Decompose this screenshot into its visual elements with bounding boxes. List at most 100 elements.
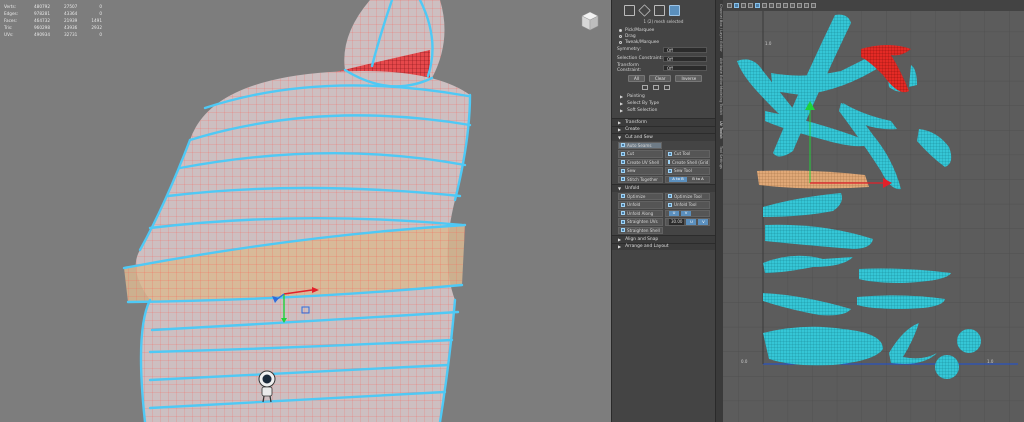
unfold-along-icon: [621, 211, 625, 216]
section-create[interactable]: ▶ Create: [612, 125, 715, 133]
collapsed-arrow-icon: ▶: [618, 244, 622, 250]
cut-sew-tools: Auto Seams Cut Cut Tool Create UV Shell …: [612, 141, 715, 185]
optimize-tool-icon: [668, 194, 672, 199]
uv-axis-label-u-one: 1.0: [987, 359, 994, 364]
straighten-v-button[interactable]: V: [698, 218, 709, 225]
section-cut-and-sew[interactable]: ▼ Cut and Sew: [612, 133, 715, 141]
uv-toolbar-tool-icon[interactable]: [811, 3, 816, 8]
uv-editor-toolbar: [723, 0, 1024, 11]
uv-shell-disc[interactable]: [957, 329, 981, 353]
optimize-icon: [621, 194, 625, 199]
select-all-button[interactable]: All: [628, 75, 645, 82]
auto-seams-button[interactable]: Auto Seams: [618, 141, 662, 149]
uv-toolbar-tool-icon[interactable]: [783, 3, 788, 8]
uv-editor[interactable]: 0.0 1.0 1.0: [723, 0, 1024, 422]
create-shell-grid-button[interactable]: Create Shell (Grid): [665, 158, 710, 166]
selection-status: 1 (2) mesh selected: [643, 19, 684, 24]
uv-toolbar-tool-icon[interactable]: [790, 3, 795, 8]
straighten-angle-field[interactable]: 30.00: [669, 218, 685, 225]
straighten-shell-button[interactable]: Straighten Shell: [618, 226, 663, 234]
uv-toolbar-tool-icon[interactable]: [748, 3, 753, 8]
unfold-v-button[interactable]: V: [681, 210, 691, 217]
uv-toolbar-tool-icon[interactable]: [776, 3, 781, 8]
uv-axis-label-origin: 0.0: [741, 359, 748, 364]
collapsed-arrow-icon: ▶: [618, 119, 622, 125]
mesh-view[interactable]: [0, 0, 611, 422]
select-face-icon[interactable]: [654, 5, 665, 16]
uv-toolkit-panel: 1 (2) mesh selected Pick/Marquee Drag Tw…: [611, 0, 715, 422]
uv-toolbar-tool-icon[interactable]: [727, 3, 732, 8]
create-shell-grid-icon: [668, 160, 670, 165]
optimize-tool-button[interactable]: Optimize Tool: [665, 192, 710, 200]
grow-selection-icon[interactable]: [642, 85, 648, 90]
unfold-along-button[interactable]: Unfold Along: [618, 209, 663, 217]
selection-constraint-dropdown[interactable]: Off: [663, 55, 707, 62]
section-arrange-and-layout[interactable]: ▶ Arrange and Layout: [612, 242, 715, 250]
hud-row-faces: Faces: 464732 21939 1491: [4, 18, 102, 23]
stitch-direction-row: A to B B to A: [665, 175, 710, 183]
uv-toolbar-tool-icon[interactable]: [734, 3, 739, 8]
unfold-axis-row: U V: [665, 209, 710, 217]
uv-shell-disc[interactable]: [935, 355, 959, 379]
subsection-select-by-type[interactable]: ▶ Select By Type: [612, 100, 715, 107]
b-to-a-button[interactable]: B to A: [689, 176, 707, 183]
select-uv-shell-icon[interactable]: [669, 5, 680, 16]
unfold-button[interactable]: Unfold: [618, 201, 663, 209]
stitch-together-button[interactable]: Stitch Together: [618, 175, 663, 183]
stitch-icon: [621, 177, 625, 182]
uv-toolbar-tool-icon[interactable]: [755, 3, 760, 8]
cut-button[interactable]: Cut: [618, 150, 663, 158]
uv-canvas[interactable]: 0.0 1.0 1.0: [723, 11, 1024, 422]
expanded-arrow-icon: ▼: [618, 134, 622, 140]
sew-button[interactable]: Sew: [618, 167, 663, 175]
cut-tool-button[interactable]: Cut Tool: [665, 150, 710, 158]
straighten-u-button[interactable]: U: [686, 218, 697, 225]
unfold-icon: [621, 202, 625, 207]
cut-icon: [621, 151, 625, 156]
symmetry-row: Symmetry: Off: [612, 45, 715, 54]
clear-selection-button[interactable]: Clear: [648, 75, 672, 82]
shell-border-icon[interactable]: [664, 85, 670, 90]
uv-toolbar-tool-icon[interactable]: [797, 3, 802, 8]
unfold-tool-icon: [668, 202, 672, 207]
toolkit-header: 1 (2) mesh selected: [612, 0, 715, 27]
section-transform[interactable]: ▶ Transform: [612, 118, 715, 126]
section-align-and-snap[interactable]: ▶ Align and Snap: [612, 235, 715, 243]
select-vertex-icon[interactable]: [624, 5, 635, 16]
section-unfold[interactable]: ▼ Unfold: [612, 184, 715, 192]
sew-tool-button[interactable]: Sew Tool: [665, 167, 710, 175]
collapsed-arrow-icon: ▶: [618, 236, 622, 242]
uv-toolbar-tool-icon[interactable]: [741, 3, 746, 8]
radio-off-icon: [619, 34, 622, 38]
create-shell-icon: [621, 160, 625, 165]
collapsed-arrow-icon: ▶: [620, 101, 624, 106]
poly-count-hud: Verts: 480792 27507 0 Edges: 978281 4336…: [4, 3, 102, 38]
straighten-angle-row: 30.00 U V: [665, 218, 710, 226]
radio-off-icon: [619, 40, 622, 44]
collapsed-arrow-icon: ▶: [618, 127, 622, 133]
shrink-selection-icon[interactable]: [653, 85, 659, 90]
create-uv-shell-button[interactable]: Create UV Shell: [618, 158, 663, 166]
inverse-selection-button[interactable]: Inverse: [675, 75, 703, 82]
view-cube-icon[interactable]: [581, 11, 599, 31]
perspective-viewport[interactable]: Verts: 480792 27507 0 Edges: 978281 4336…: [0, 0, 611, 422]
hud-row-edges: Edges: 978281 43364 0: [4, 11, 102, 16]
optimize-button[interactable]: Optimize: [618, 192, 663, 200]
uv-toolbar-tool-icon[interactable]: [804, 3, 809, 8]
straighten-uvs-icon: [621, 219, 625, 224]
uv-toolbar-tool-icon[interactable]: [769, 3, 774, 8]
transform-constraint-dropdown[interactable]: Off: [663, 64, 707, 71]
unfold-tools: Optimize Optimize Tool Unfold Unfold Too…: [612, 192, 715, 236]
uv-toolbar-tool-icon[interactable]: [762, 3, 767, 8]
symmetry-dropdown[interactable]: Off: [663, 46, 707, 53]
a-to-b-button[interactable]: A to B: [669, 176, 687, 183]
cut-tool-icon: [668, 151, 672, 156]
radio-on-icon: [619, 28, 622, 32]
unfold-u-button[interactable]: U: [669, 210, 679, 217]
subsection-painting[interactable]: ▶ Painting: [612, 93, 715, 100]
straighten-uvs-button[interactable]: Straighten UVs: [618, 218, 663, 226]
subsection-soft-selection[interactable]: ▶ Soft Selection: [612, 107, 715, 114]
vertical-tab-strip: Channel Box / Layer Editor Attribute Edi…: [715, 0, 723, 422]
select-edge-icon[interactable]: [638, 4, 651, 17]
unfold-tool-button[interactable]: Unfold Tool: [665, 201, 710, 209]
